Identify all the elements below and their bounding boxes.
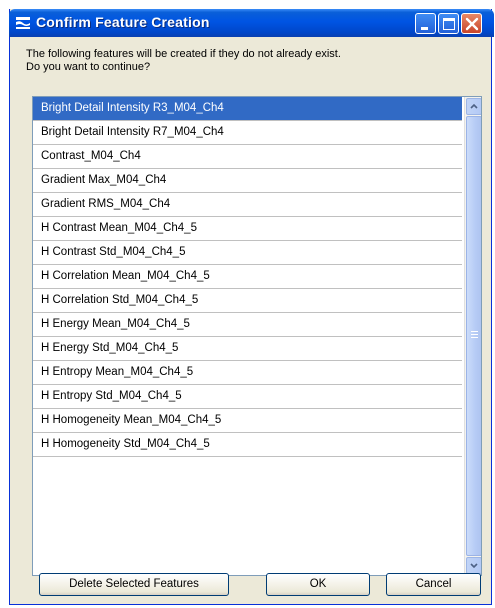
thumb-grip-line: [471, 331, 478, 332]
message-line-1: The following features will be created i…: [26, 48, 341, 60]
thumb-grip-line: [471, 337, 478, 338]
features-list: Bright Detail Intensity R3_M04_Ch4 Bright…: [33, 97, 462, 457]
message-line-2: Do you want to continue?: [26, 61, 151, 73]
confirm-feature-dialog: Confirm Feature Creation The following f…: [9, 9, 494, 605]
minimize-icon: [421, 27, 428, 30]
feature-list-item[interactable]: H Entropy Mean_M04_Ch4_5: [33, 361, 462, 385]
feature-list-item[interactable]: H Contrast Std_M04_Ch4_5: [33, 241, 462, 265]
app-icon: [15, 15, 31, 31]
ok-button[interactable]: OK: [266, 573, 370, 596]
scroll-up-arrow-icon: [470, 103, 478, 109]
dialog-message: The following features will be created i…: [26, 48, 466, 74]
features-listbox[interactable]: Bright Detail Intensity R3_M04_Ch4 Bright…: [32, 96, 482, 576]
feature-list-item[interactable]: H Energy Std_M04_Ch4_5: [33, 337, 462, 361]
feature-list-item[interactable]: H Correlation Std_M04_Ch4_5: [33, 289, 462, 313]
feature-list-item[interactable]: H Homogeneity Std_M04_Ch4_5: [33, 433, 462, 457]
feature-list-item[interactable]: H Energy Mean_M04_Ch4_5: [33, 313, 462, 337]
feature-list-item[interactable]: H Correlation Mean_M04_Ch4_5: [33, 265, 462, 289]
title-bar[interactable]: Confirm Feature Creation: [9, 9, 494, 37]
scroll-thumb[interactable]: [466, 116, 481, 556]
cancel-button[interactable]: Cancel: [386, 573, 481, 596]
close-button[interactable]: [461, 13, 482, 34]
feature-list-item[interactable]: Contrast_M04_Ch4: [33, 145, 462, 169]
vertical-scrollbar[interactable]: [464, 97, 481, 575]
minimize-button[interactable]: [415, 13, 436, 34]
scroll-down-button[interactable]: [466, 557, 481, 574]
window-title: Confirm Feature Creation: [36, 14, 210, 30]
scroll-down-arrow-icon: [470, 563, 478, 569]
close-icon: [465, 17, 479, 31]
feature-list-item[interactable]: H Entropy Std_M04_Ch4_5: [33, 385, 462, 409]
feature-list-item[interactable]: Bright Detail Intensity R3_M04_Ch4: [33, 97, 462, 121]
feature-list-item[interactable]: H Contrast Mean_M04_Ch4_5: [33, 217, 462, 241]
feature-list-item[interactable]: H Homogeneity Mean_M04_Ch4_5: [33, 409, 462, 433]
maximize-icon: [443, 18, 455, 30]
feature-list-item[interactable]: Bright Detail Intensity R7_M04_Ch4: [33, 121, 462, 145]
feature-list-item[interactable]: Gradient Max_M04_Ch4: [33, 169, 462, 193]
thumb-grip-line: [471, 334, 478, 335]
maximize-button[interactable]: [438, 13, 459, 34]
feature-list-item[interactable]: Gradient RMS_M04_Ch4: [33, 193, 462, 217]
delete-selected-features-button[interactable]: Delete Selected Features: [39, 573, 229, 596]
scroll-up-button[interactable]: [466, 98, 481, 115]
